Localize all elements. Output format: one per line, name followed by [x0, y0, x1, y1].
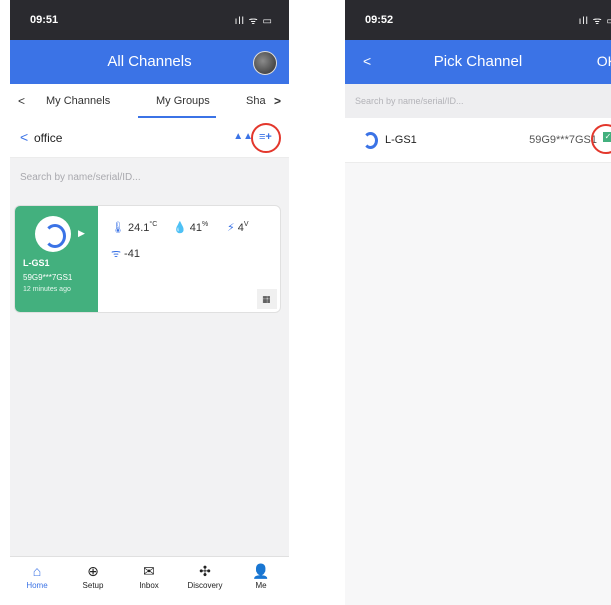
temperature-value: 24.1 — [127, 222, 150, 234]
rssi-value: -41 — [124, 248, 140, 260]
status-bar: 09:51 ıll ᯤ ▭ — [10, 0, 289, 40]
rssi-reading: ᯤ -41 — [111, 246, 140, 261]
group-name[interactable]: office — [34, 131, 62, 145]
bolt-icon: ⚡ — [227, 222, 235, 234]
status-time: 09:51 — [30, 14, 59, 26]
search-bar[interactable]: Search by name/serial/ID... — [345, 84, 611, 118]
tab-my-channels[interactable]: My Channels — [46, 95, 110, 107]
ok-button[interactable]: OK — [597, 53, 611, 69]
pick-channel-screen: 09:52 ıll ᯤ ▭ < Pick Channel OK Search b… — [345, 0, 611, 605]
channel-row[interactable]: L-GS1 59G9***7GS1 ✓ — [345, 118, 611, 163]
device-name: L-GS1 — [23, 258, 50, 268]
tab-shared[interactable]: Sha — [246, 95, 266, 107]
plus-circle-icon: ⊕ — [87, 563, 99, 579]
page-title: Pick Channel — [433, 53, 523, 70]
signal-wifi-battery-icon: ıll ᯤ ▭ — [234, 16, 273, 27]
channel-name: L-GS1 — [385, 134, 417, 146]
app-header: All Channels — [10, 40, 289, 84]
humidity-unit: % — [201, 221, 209, 228]
device-card[interactable]: ▶ L-GS1 59G9***7GS1 12 minutes ago 🌡 24.1… — [14, 205, 281, 313]
droplet-icon: 💧 — [173, 222, 187, 234]
nav-home[interactable]: ⌂ Home — [12, 563, 62, 590]
search-placeholder: Search by name/serial/ID... — [20, 172, 141, 183]
highlight-circle — [591, 124, 611, 154]
search-bar[interactable]: Search by name/serial/ID... — [10, 158, 289, 198]
tab-my-groups[interactable]: My Groups — [156, 95, 210, 107]
app-header: < Pick Channel OK — [345, 40, 611, 84]
nav-discovery[interactable]: ✣ Discovery — [180, 563, 230, 590]
fan-icon: ✣ — [199, 563, 211, 579]
device-updated: 12 minutes ago — [23, 286, 71, 293]
status-time: 09:52 — [365, 14, 394, 26]
nav-setup[interactable]: ⊕ Setup — [68, 563, 118, 590]
humidity-value: 41 — [189, 222, 202, 234]
back-icon[interactable]: < — [20, 129, 28, 145]
tab-next-icon[interactable]: > — [274, 94, 281, 108]
play-icon[interactable]: ▶ — [78, 228, 85, 239]
status-bar: 09:52 ıll ᯤ ▭ — [345, 0, 611, 40]
mail-icon: ✉ — [143, 563, 155, 579]
signal-wifi-battery-icon: ıll ᯤ ▭ — [578, 16, 611, 27]
active-tab-indicator — [138, 116, 216, 118]
channel-serial: 59G9***7GS1 — [529, 134, 597, 146]
channel-tabs: < My Channels My Groups Sha > — [10, 84, 289, 120]
thermometer-icon: 🌡 — [111, 222, 125, 234]
grid-icon[interactable]: ▦ — [257, 289, 277, 309]
add-to-list-button[interactable]: ≡+ — [251, 123, 281, 153]
breadcrumb: < office ▲▲ ≡+ — [10, 119, 289, 158]
device-card-header: ▶ L-GS1 59G9***7GS1 12 minutes ago — [15, 206, 98, 312]
wifi-icon: ᯤ — [111, 248, 122, 260]
nav-inbox[interactable]: ✉ Inbox — [124, 563, 174, 590]
add-list-icon: ≡+ — [259, 131, 272, 143]
channel-logo-icon — [361, 131, 379, 149]
voltage-unit: V — [243, 221, 249, 228]
person-icon: 👤 — [252, 563, 270, 579]
voltage-reading: ⚡ 4V — [227, 221, 249, 234]
search-placeholder: Search by name/serial/ID... — [355, 96, 464, 106]
temperature-unit: °C — [149, 221, 158, 228]
tab-prev-icon[interactable]: < — [18, 94, 25, 108]
humidity-reading: 💧 41% — [173, 221, 208, 234]
nav-me[interactable]: 👤 Me — [236, 563, 286, 590]
page-title: All Channels — [107, 53, 192, 70]
all-channels-screen: 09:51 ıll ᯤ ▭ All Channels < My Channels… — [10, 0, 289, 605]
home-icon: ⌂ — [32, 563, 42, 579]
device-logo-icon — [35, 216, 71, 252]
bottom-nav: ⌂ Home ⊕ Setup ✉ Inbox ✣ Discovery 👤 Me — [10, 556, 289, 605]
device-serial: 59G9***7GS1 — [23, 273, 73, 282]
avatar[interactable] — [253, 51, 277, 75]
temperature-reading: 🌡 24.1°C — [111, 221, 157, 234]
